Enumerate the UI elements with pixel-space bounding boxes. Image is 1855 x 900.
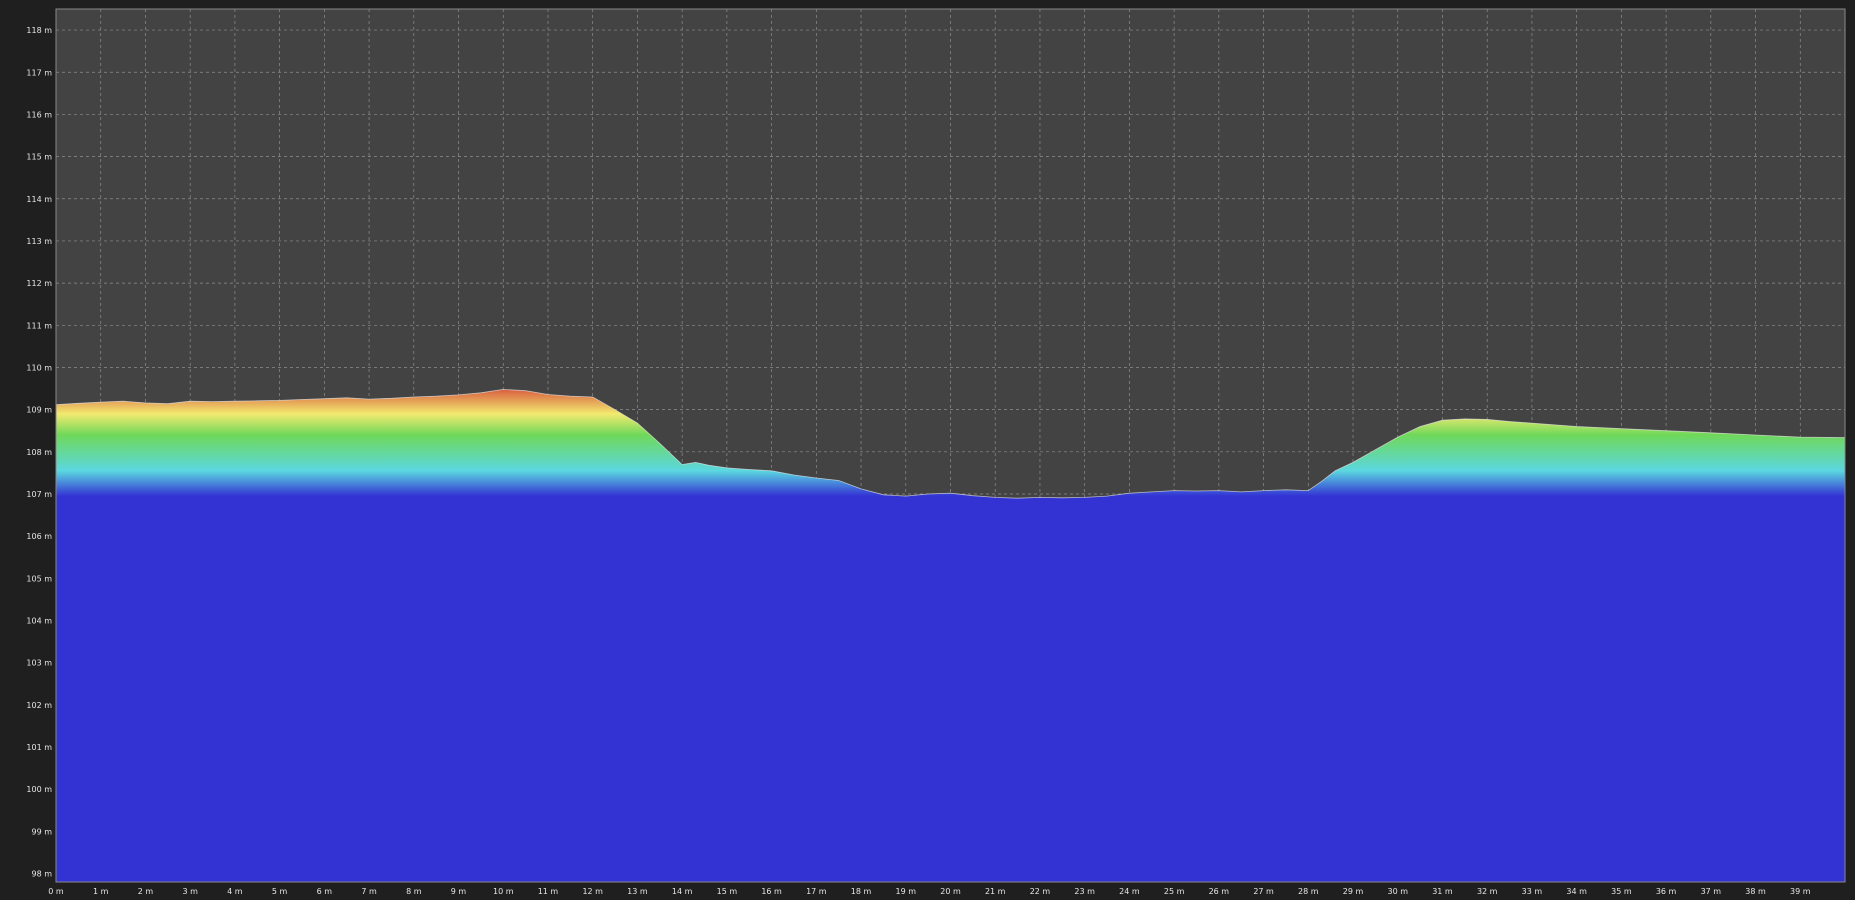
y-tick-label: 109 m [26,406,52,415]
x-tick-label: 28 m [1298,887,1319,896]
y-tick-label: 117 m [26,68,52,77]
x-tick-label: 32 m [1477,887,1498,896]
x-tick-label: 14 m [672,887,693,896]
x-tick-label: 36 m [1656,887,1677,896]
y-tick-label: 98 m [31,870,52,879]
x-tick-label: 20 m [940,887,961,896]
x-tick-label: 0 m [48,887,64,896]
elevation-profile-chart: 98 m 99 m 100 m 101 m 102 m 103 m 104 m 105 m 10… [26,8,1846,896]
y-tick-label: 111 m [26,321,52,330]
y-axis: 98 m 99 m 100 m 101 m 102 m 103 m 104 m 105 m 10… [26,26,52,878]
x-tick-label: 13 m [627,887,648,896]
y-tick-label: 106 m [26,532,52,541]
x-tick-label: 37 m [1701,887,1722,896]
x-tick-label: 29 m [1343,887,1364,896]
x-tick-label: 18 m [851,887,872,896]
y-tick-label: 108 m [26,448,52,457]
x-tick-label: 38 m [1745,887,1766,896]
x-tick-label: 5 m [272,887,288,896]
x-tick-label: 2 m [138,887,154,896]
x-tick-label: 33 m [1522,887,1543,896]
x-tick-label: 9 m [451,887,467,896]
x-tick-label: 30 m [1387,887,1408,896]
y-tick-label: 115 m [26,153,52,162]
y-tick-label: 116 m [26,110,52,119]
y-tick-label: 110 m [26,363,52,372]
x-axis: 0 m 1 m 2 m 3 m 4 m 5 m 6 m 7 m 8 m 9 m 10 m 11 m 12… [48,887,1810,896]
y-tick-label: 102 m [26,701,52,710]
y-tick-label: 99 m [31,827,52,836]
x-tick-label: 15 m [717,887,738,896]
x-tick-label: 23 m [1074,887,1095,896]
x-tick-label: 19 m [896,887,917,896]
x-tick-label: 17 m [806,887,827,896]
x-tick-label: 11 m [538,887,559,896]
x-tick-label: 35 m [1611,887,1632,896]
x-tick-label: 12 m [582,887,603,896]
y-tick-label: 113 m [26,237,52,246]
x-tick-label: 7 m [361,887,377,896]
x-tick-label: 22 m [1030,887,1051,896]
y-tick-label: 101 m [26,743,52,752]
x-tick-label: 25 m [1164,887,1185,896]
y-tick-label: 107 m [26,490,52,499]
x-tick-label: 3 m [182,887,198,896]
x-tick-label: 10 m [493,887,514,896]
x-tick-label: 6 m [317,887,333,896]
x-tick-label: 31 m [1432,887,1453,896]
x-tick-label: 21 m [985,887,1006,896]
x-tick-label: 1 m [93,887,109,896]
y-tick-label: 104 m [26,617,52,626]
x-tick-label: 8 m [406,887,422,896]
y-tick-label: 105 m [26,574,52,583]
y-tick-label: 114 m [26,195,52,204]
x-tick-label: 4 m [227,887,243,896]
x-tick-label: 34 m [1566,887,1587,896]
x-tick-label: 39 m [1790,887,1811,896]
y-tick-label: 118 m [26,26,52,35]
x-tick-label: 27 m [1253,887,1274,896]
x-tick-label: 24 m [1119,887,1140,896]
y-tick-label: 112 m [26,279,52,288]
y-tick-label: 100 m [26,785,52,794]
y-tick-label: 103 m [26,659,52,668]
x-tick-label: 16 m [761,887,782,896]
x-tick-label: 26 m [1209,887,1230,896]
